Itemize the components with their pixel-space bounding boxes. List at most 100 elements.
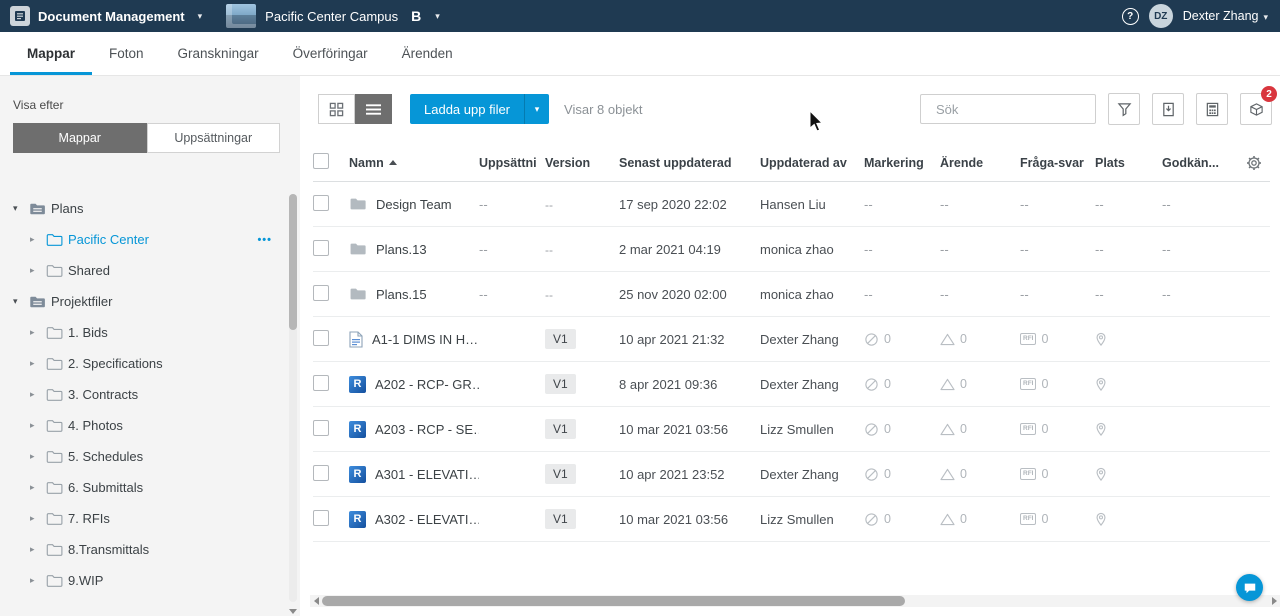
folder-icon	[349, 287, 367, 301]
tree-item[interactable]: Projektfiler •••	[0, 286, 300, 317]
tab-granskningar[interactable]: Granskningar	[161, 32, 276, 75]
tree-caret-icon[interactable]	[13, 296, 29, 307]
tree-item[interactable]: 5. Schedules •••	[0, 441, 300, 472]
upload-files-button[interactable]: Ladda upp filer	[410, 94, 550, 124]
table-row[interactable]: R Design Team -- -- 17 sep 2020 22:02 Ha…	[313, 182, 1270, 227]
column-header-rfi[interactable]: Fråga-svar	[1020, 156, 1095, 170]
file-name[interactable]: A203 - RCP - SE…	[375, 422, 479, 437]
toggle-sets-button[interactable]: Uppsättningar	[146, 123, 280, 153]
updated-date: 25 nov 2020 02:00	[619, 286, 727, 302]
tree-caret-icon[interactable]	[30, 482, 46, 493]
column-header-name[interactable]: Namn	[349, 156, 479, 170]
column-header-updated[interactable]: Senast uppdaterad	[619, 156, 760, 170]
column-header-updated-by[interactable]: Uppdaterad av	[760, 156, 864, 170]
table-row[interactable]: R A302 - ELEVATI… V1 10 mar 2021 03:56 L…	[313, 497, 1270, 542]
row-checkbox[interactable]	[313, 374, 329, 391]
tree-caret-icon[interactable]	[30, 358, 46, 369]
toggle-folders-button[interactable]: Mappar	[13, 123, 147, 153]
file-name[interactable]: A1-1 DIMS IN H…	[372, 332, 478, 347]
tree-caret-icon[interactable]	[30, 265, 46, 276]
filter-button[interactable]	[1108, 93, 1140, 125]
search-input[interactable]	[936, 101, 1112, 117]
tab-mappar[interactable]: Mappar	[10, 32, 92, 75]
tree-item[interactable]: 7. RFIs •••	[0, 503, 300, 534]
tree-item[interactable]: 6. Submittals •••	[0, 472, 300, 503]
row-checkbox[interactable]	[313, 194, 329, 211]
folder-icon	[349, 197, 367, 211]
row-checkbox[interactable]	[313, 329, 329, 346]
user-menu[interactable]: Dexter Zhang	[1183, 9, 1268, 23]
chat-button[interactable]	[1236, 574, 1263, 601]
tree-item[interactable]: 3. Contracts •••	[0, 379, 300, 410]
export-button[interactable]	[1152, 93, 1184, 125]
sidebar-scrollbar[interactable]	[289, 194, 297, 602]
tree-caret-icon[interactable]	[30, 575, 46, 586]
tree-caret-icon[interactable]	[30, 544, 46, 555]
select-all-checkbox[interactable]	[313, 153, 329, 169]
file-name[interactable]: Design Team	[376, 197, 452, 212]
horizontal-scrollbar-thumb[interactable]	[322, 596, 905, 606]
tree-item[interactable]: 9.WIP •••	[0, 565, 300, 596]
table-row[interactable]: R A301 - ELEVATI… V1 10 apr 2021 23:52 D…	[313, 452, 1270, 497]
package-button[interactable]: 2	[1240, 86, 1277, 125]
tree-item[interactable]: Shared •••	[0, 255, 300, 286]
scroll-left-arrow-icon[interactable]	[310, 595, 322, 607]
file-name[interactable]: A302 - ELEVATI…	[375, 512, 479, 527]
column-header-set[interactable]: Uppsättni	[479, 156, 545, 170]
tree-caret-icon[interactable]	[30, 327, 46, 338]
column-header-location[interactable]: Plats	[1095, 156, 1162, 170]
revit-file-icon: R	[349, 375, 366, 393]
tree-item[interactable]: 4. Photos •••	[0, 410, 300, 441]
tree-item[interactable]: 2. Specifications •••	[0, 348, 300, 379]
row-checkbox[interactable]	[313, 419, 329, 436]
column-header-approval[interactable]: Godkän...	[1162, 156, 1237, 170]
tab-ärenden[interactable]: Ärenden	[385, 32, 470, 75]
avatar[interactable]: DZ	[1148, 4, 1173, 28]
tree-caret-icon[interactable]	[30, 451, 46, 462]
file-name[interactable]: A202 - RCP- GR…	[375, 377, 479, 392]
table-row[interactable]: R A202 - RCP- GR… V1 8 apr 2021 09:36 De…	[313, 362, 1270, 407]
table-row[interactable]: R Plans.13 -- -- 2 mar 2021 04:19 monica…	[313, 227, 1270, 272]
column-header-issue[interactable]: Ärende	[940, 156, 1020, 170]
rfi-icon: RFI	[1020, 422, 1037, 436]
column-settings-button[interactable]	[1237, 155, 1270, 171]
search-box[interactable]	[920, 94, 1112, 124]
row-checkbox[interactable]	[313, 239, 329, 256]
row-checkbox[interactable]	[313, 464, 329, 481]
column-header-markup[interactable]: Markering	[864, 156, 940, 170]
help-icon[interactable]: ?	[1121, 7, 1139, 25]
column-header-version[interactable]: Version	[545, 156, 619, 170]
project-selector[interactable]: Pacific Center Campus B	[226, 4, 440, 28]
scroll-right-arrow-icon[interactable]	[1268, 595, 1280, 607]
scroll-down-arrow-icon[interactable]	[289, 609, 297, 614]
reports-button[interactable]	[1196, 93, 1228, 125]
tree-item[interactable]: 8.Transmittals •••	[0, 534, 300, 565]
tree-caret-icon[interactable]	[30, 513, 46, 524]
grid-view-button[interactable]	[318, 94, 355, 124]
tree-caret-icon[interactable]	[30, 389, 46, 400]
file-name[interactable]: A301 - ELEVATI…	[375, 467, 479, 482]
tree-item[interactable]: Pacific Center •••	[0, 224, 300, 255]
sidebar-scrollbar-thumb[interactable]	[289, 194, 297, 330]
more-options-icon[interactable]: •••	[257, 234, 272, 246]
list-view-button[interactable]	[355, 94, 392, 124]
row-checkbox[interactable]	[313, 284, 329, 301]
tree-item[interactable]: 1. Bids •••	[0, 317, 300, 348]
tree-caret-icon[interactable]	[30, 234, 46, 245]
app-switcher[interactable]: Document Management	[0, 6, 212, 26]
updated-by: Lizz Smullen	[760, 511, 834, 527]
horizontal-scrollbar[interactable]	[310, 595, 1280, 607]
tab-överföringar[interactable]: Överföringar	[276, 32, 385, 75]
table-row[interactable]: R A203 - RCP - SE… V1 10 mar 2021 03:56 …	[313, 407, 1270, 452]
tree-item[interactable]: Plans •••	[0, 193, 300, 224]
file-name[interactable]: Plans.13	[376, 242, 427, 257]
table-row[interactable]: R A1-1 DIMS IN H… V1 10 apr 2021 21:32 D…	[313, 317, 1270, 362]
file-name[interactable]: Plans.15	[376, 287, 427, 302]
tree-caret-icon[interactable]	[30, 420, 46, 431]
updated-date: 8 apr 2021 09:36	[619, 376, 718, 392]
row-checkbox[interactable]	[313, 509, 329, 526]
table-row[interactable]: R Plans.15 -- -- 25 nov 2020 02:00 monic…	[313, 272, 1270, 317]
tree-caret-icon[interactable]	[13, 203, 29, 214]
tab-foton[interactable]: Foton	[92, 32, 161, 75]
upload-dropdown-caret[interactable]	[524, 94, 549, 124]
